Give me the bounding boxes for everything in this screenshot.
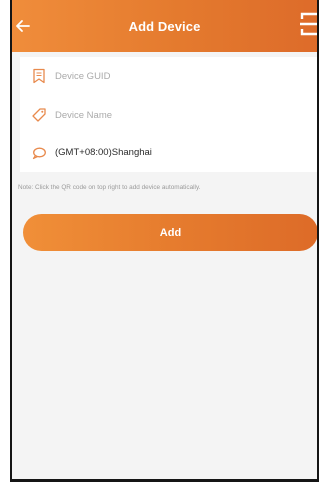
app-screen: Add Device (GMT+08:00	[10, 0, 319, 482]
top-bar: Add Device	[10, 0, 319, 52]
frame-border-left	[10, 0, 12, 482]
speech-bubble-icon	[32, 147, 46, 160]
note-text: Note: Click the QR code on top right to …	[18, 184, 201, 191]
page-title: Add Device	[128, 19, 201, 34]
timezone-value: (GMT+08:00)Shanghai	[55, 147, 152, 158]
bookmark-icon	[33, 68, 45, 84]
device-guid-row	[20, 57, 317, 95]
device-name-input[interactable]	[55, 104, 305, 126]
timezone-row[interactable]: (GMT+08:00)Shanghai	[20, 134, 317, 172]
device-guid-input[interactable]	[55, 65, 305, 87]
device-form: (GMT+08:00)Shanghai	[20, 57, 317, 172]
tag-icon	[32, 108, 46, 122]
frame-border-right	[317, 0, 319, 482]
add-button[interactable]: Add	[23, 214, 318, 251]
device-name-row	[20, 96, 317, 134]
